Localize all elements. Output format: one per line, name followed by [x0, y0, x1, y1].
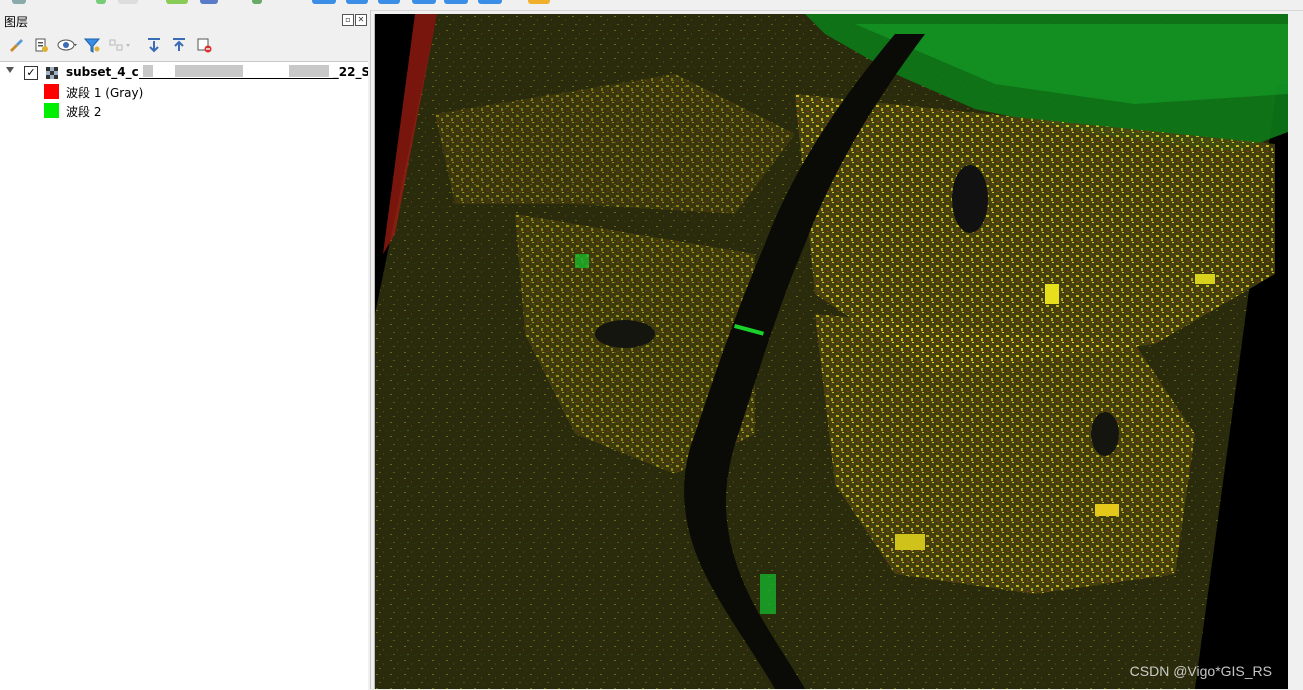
panel-title-bar: 图层 ▫ ✕	[0, 10, 370, 30]
style-brush-icon[interactable]	[7, 36, 25, 54]
band-2-color-swatch	[44, 103, 59, 118]
band-legend-item: 波段 2	[44, 102, 344, 120]
float-panel-icon[interactable]: ▫	[342, 14, 354, 26]
toolbar-button[interactable]	[346, 0, 368, 4]
redacted-block	[288, 65, 329, 77]
add-group-icon[interactable]	[32, 36, 50, 54]
toolbar-button[interactable]	[478, 0, 502, 4]
filter-icon[interactable]	[83, 36, 101, 54]
toolbar-button[interactable]	[166, 0, 188, 4]
visibility-eye-icon[interactable]	[57, 36, 77, 54]
map-canvas[interactable]: CSDN @Vigo*GIS_RS	[374, 14, 1288, 689]
layers-panel: 图层 ▫ ✕ ✓ subset_4_c _22_S 波段 1 (Gray) 波段…	[0, 10, 371, 690]
toolbar-button[interactable]	[312, 0, 336, 4]
remove-layer-icon[interactable]	[195, 36, 213, 54]
redacted-block	[142, 65, 153, 77]
band-1-color-swatch	[44, 84, 59, 99]
panel-title: 图层	[4, 15, 29, 29]
toolbar-button[interactable]	[528, 0, 550, 4]
close-panel-icon[interactable]: ✕	[355, 14, 367, 26]
filter-legend-icon[interactable]	[108, 36, 130, 54]
band-2-label: 波段 2	[66, 105, 102, 119]
toolbar-button[interactable]	[252, 0, 262, 4]
watermark-text: CSDN @Vigo*GIS_RS	[1129, 663, 1272, 679]
toolbar-button[interactable]	[412, 0, 436, 4]
layer-name: subset_4_c _22_Sta	[66, 65, 368, 79]
expand-arrow-icon[interactable]	[6, 67, 14, 73]
collapse-all-icon[interactable]	[170, 36, 188, 54]
layer-visibility-checkbox[interactable]: ✓	[24, 66, 38, 80]
layer-item[interactable]: ✓ subset_4_c _22_Sta	[0, 64, 368, 82]
band-legend-item: 波段 1 (Gray)	[44, 83, 344, 101]
layers-toolbar	[0, 32, 370, 58]
toolbar-button[interactable]	[96, 0, 106, 4]
layer-tree: ✓ subset_4_c _22_Sta 波段 1 (Gray)	[0, 61, 368, 690]
redacted-block	[174, 65, 243, 77]
raster-layer-icon	[46, 67, 58, 79]
toolbar-button[interactable]	[12, 0, 26, 4]
band-1-label: 波段 1 (Gray)	[66, 86, 144, 100]
toolbar-button[interactable]	[118, 0, 138, 4]
expand-all-icon[interactable]	[145, 36, 163, 54]
layer-name-start: subset_4_c	[66, 65, 139, 79]
raster-map-image	[375, 14, 1288, 689]
layer-name-end: _22_Sta	[332, 65, 368, 79]
toolbar-button[interactable]	[444, 0, 468, 4]
toolbar-button[interactable]	[200, 0, 218, 4]
toolbar-button[interactable]	[378, 0, 400, 4]
